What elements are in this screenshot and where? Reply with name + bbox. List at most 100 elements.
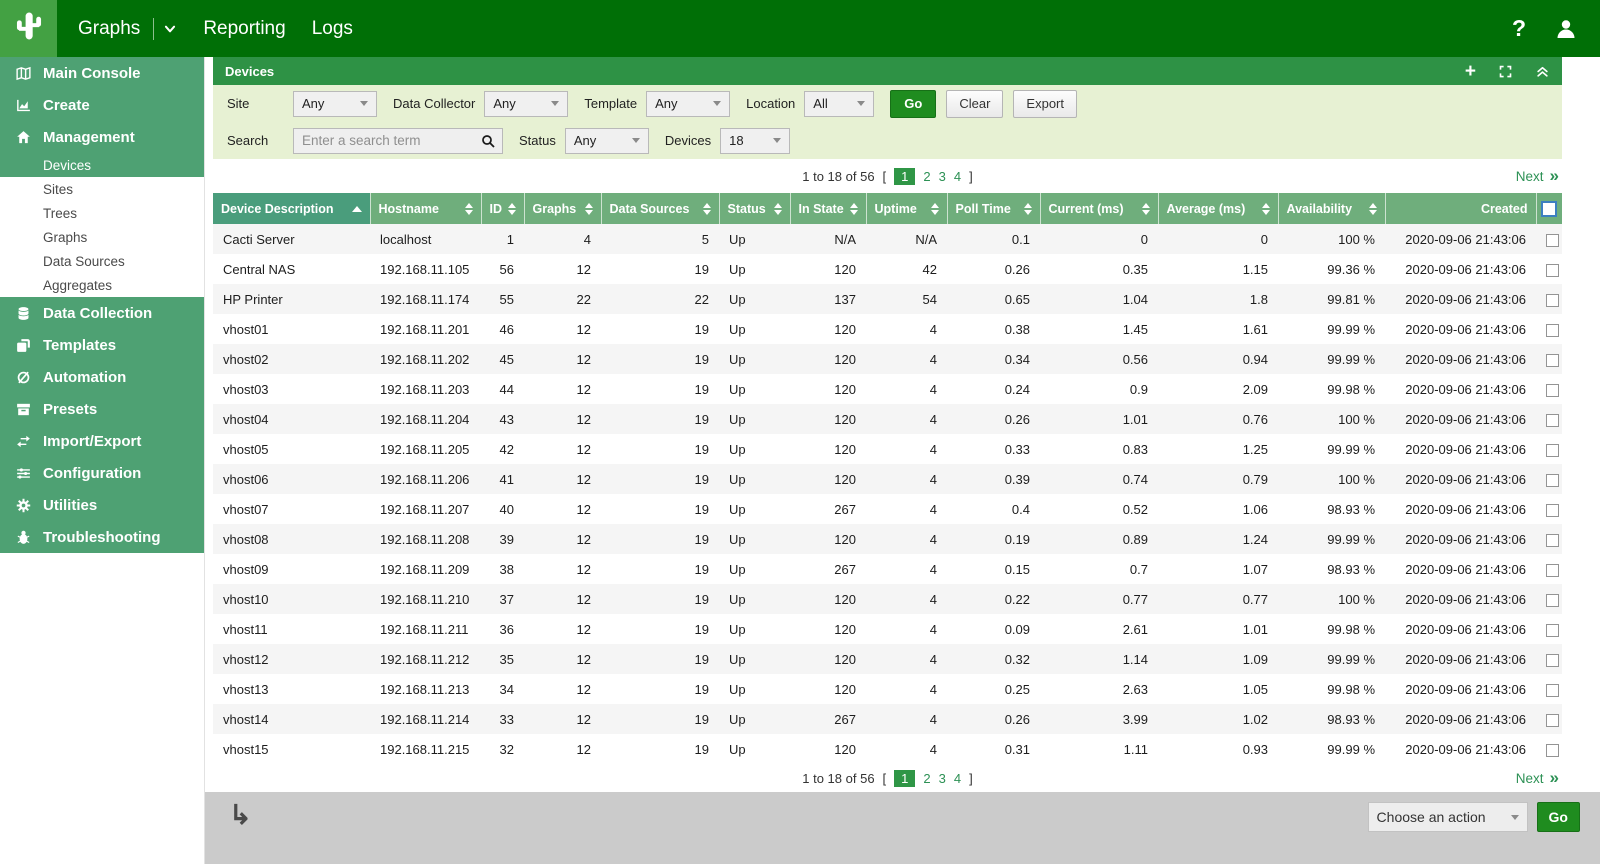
data-sources-count-link[interactable]: 19 bbox=[601, 494, 719, 524]
devices-per-page-select[interactable]: 18 bbox=[720, 128, 790, 154]
data-collector-select[interactable]: Any bbox=[484, 91, 568, 117]
graphs-count-link[interactable]: 12 bbox=[524, 734, 601, 764]
row-checkbox[interactable] bbox=[1546, 414, 1559, 427]
row-checkbox[interactable] bbox=[1546, 744, 1559, 757]
data-sources-count-link[interactable]: 19 bbox=[601, 734, 719, 764]
clear-button[interactable]: Clear bbox=[946, 90, 1003, 118]
device-name-link[interactable]: vhost07 bbox=[213, 494, 370, 524]
graphs-count-link[interactable]: 12 bbox=[524, 554, 601, 584]
sidebar-item-data-collection[interactable]: Data Collection bbox=[0, 297, 204, 329]
data-sources-count-link[interactable]: 19 bbox=[601, 464, 719, 494]
device-name-link[interactable]: vhost14 bbox=[213, 704, 370, 734]
col-header-id[interactable]: ID bbox=[481, 193, 524, 224]
graphs-count-link[interactable]: 12 bbox=[524, 494, 601, 524]
sidebar-item-troubleshooting[interactable]: Troubleshooting bbox=[0, 521, 204, 553]
device-name-link[interactable]: vhost12 bbox=[213, 644, 370, 674]
user-icon[interactable] bbox=[1554, 17, 1578, 41]
col-header-in-state[interactable]: In State bbox=[790, 193, 866, 224]
data-sources-count-link[interactable]: 19 bbox=[601, 524, 719, 554]
data-sources-count-link[interactable]: 19 bbox=[601, 554, 719, 584]
data-sources-count-link[interactable]: 19 bbox=[601, 644, 719, 674]
graphs-count-link[interactable]: 12 bbox=[524, 404, 601, 434]
action-go-button[interactable]: Go bbox=[1537, 802, 1580, 832]
template-select[interactable]: Any bbox=[646, 91, 730, 117]
row-checkbox[interactable] bbox=[1546, 294, 1559, 307]
device-name-link[interactable]: vhost01 bbox=[213, 314, 370, 344]
page-3[interactable]: 3 bbox=[939, 771, 946, 786]
col-header-device-description[interactable]: Device Description bbox=[213, 193, 370, 224]
data-sources-count-link[interactable]: 19 bbox=[601, 584, 719, 614]
row-checkbox[interactable] bbox=[1546, 474, 1559, 487]
row-checkbox[interactable] bbox=[1546, 534, 1559, 547]
page-4[interactable]: 4 bbox=[954, 169, 961, 184]
row-checkbox[interactable] bbox=[1546, 324, 1559, 337]
device-name-link[interactable]: HP Printer bbox=[213, 284, 370, 314]
col-header-data-sources[interactable]: Data Sources bbox=[601, 193, 719, 224]
row-checkbox[interactable] bbox=[1546, 714, 1559, 727]
graphs-count-link[interactable]: 12 bbox=[524, 464, 601, 494]
next-page-button[interactable]: Next» bbox=[1516, 166, 1558, 186]
col-header-poll-time[interactable]: Poll Time bbox=[947, 193, 1040, 224]
device-name-link[interactable]: Central NAS bbox=[213, 254, 370, 284]
row-checkbox[interactable] bbox=[1546, 684, 1559, 697]
row-checkbox[interactable] bbox=[1546, 234, 1559, 247]
graphs-count-link[interactable]: 12 bbox=[524, 674, 601, 704]
row-checkbox[interactable] bbox=[1546, 624, 1559, 637]
row-checkbox[interactable] bbox=[1546, 594, 1559, 607]
sidebar-item-automation[interactable]: Automation bbox=[0, 361, 204, 393]
sidebar-subitem-trees[interactable]: Trees bbox=[0, 201, 204, 225]
device-name-link[interactable]: vhost10 bbox=[213, 584, 370, 614]
graphs-count-link[interactable]: 4 bbox=[524, 224, 601, 254]
page-2[interactable]: 2 bbox=[923, 771, 930, 786]
page-1[interactable]: 1 bbox=[894, 770, 915, 787]
row-checkbox[interactable] bbox=[1546, 504, 1559, 517]
select-all-checkbox[interactable] bbox=[1541, 201, 1557, 217]
help-icon[interactable]: ? bbox=[1512, 17, 1526, 40]
sidebar-item-templates[interactable]: Templates bbox=[0, 329, 204, 361]
device-name-link[interactable]: vhost04 bbox=[213, 404, 370, 434]
sidebar-item-main-console[interactable]: Main Console bbox=[0, 57, 204, 89]
device-name-link[interactable]: vhost06 bbox=[213, 464, 370, 494]
data-sources-count-link[interactable]: 5 bbox=[601, 224, 719, 254]
page-2[interactable]: 2 bbox=[923, 169, 930, 184]
data-sources-count-link[interactable]: 19 bbox=[601, 314, 719, 344]
data-sources-count-link[interactable]: 19 bbox=[601, 344, 719, 374]
row-checkbox[interactable] bbox=[1546, 444, 1559, 457]
graphs-count-link[interactable]: 12 bbox=[524, 344, 601, 374]
row-checkbox[interactable] bbox=[1546, 354, 1559, 367]
data-sources-count-link[interactable]: 19 bbox=[601, 374, 719, 404]
graphs-count-link[interactable]: 22 bbox=[524, 284, 601, 314]
device-name-link[interactable]: Cacti Server bbox=[213, 224, 370, 254]
go-button[interactable]: Go bbox=[890, 90, 936, 118]
data-sources-count-link[interactable]: 22 bbox=[601, 284, 719, 314]
device-name-link[interactable]: vhost08 bbox=[213, 524, 370, 554]
sidebar-subitem-devices[interactable]: Devices bbox=[0, 153, 204, 177]
device-name-link[interactable]: vhost11 bbox=[213, 614, 370, 644]
graphs-count-link[interactable]: 12 bbox=[524, 644, 601, 674]
data-sources-count-link[interactable]: 19 bbox=[601, 704, 719, 734]
sidebar-subitem-sites[interactable]: Sites bbox=[0, 177, 204, 201]
col-header-graphs[interactable]: Graphs bbox=[524, 193, 601, 224]
sidebar-item-management[interactable]: Management bbox=[0, 121, 204, 153]
page-1[interactable]: 1 bbox=[894, 168, 915, 185]
data-sources-count-link[interactable]: 19 bbox=[601, 254, 719, 284]
page-4[interactable]: 4 bbox=[954, 771, 961, 786]
location-select[interactable]: All bbox=[804, 91, 874, 117]
graphs-count-link[interactable]: 12 bbox=[524, 314, 601, 344]
col-header-availability[interactable]: Availability bbox=[1278, 193, 1385, 224]
export-button[interactable]: Export bbox=[1013, 90, 1077, 118]
add-device-icon[interactable]: + bbox=[1465, 62, 1476, 81]
chevron-down-icon[interactable] bbox=[163, 22, 177, 36]
sidebar-subitem-aggregates[interactable]: Aggregates bbox=[0, 273, 204, 297]
graphs-count-link[interactable]: 12 bbox=[524, 254, 601, 284]
page-3[interactable]: 3 bbox=[939, 169, 946, 184]
device-name-link[interactable]: vhost13 bbox=[213, 674, 370, 704]
graphs-count-link[interactable]: 12 bbox=[524, 434, 601, 464]
graphs-count-link[interactable]: 12 bbox=[524, 704, 601, 734]
row-checkbox[interactable] bbox=[1546, 264, 1559, 277]
data-sources-count-link[interactable]: 19 bbox=[601, 404, 719, 434]
status-select[interactable]: Any bbox=[565, 128, 649, 154]
next-page-button[interactable]: Next» bbox=[1516, 768, 1558, 788]
col-header-hostname[interactable]: Hostname bbox=[370, 193, 481, 224]
data-sources-count-link[interactable]: 19 bbox=[601, 614, 719, 644]
